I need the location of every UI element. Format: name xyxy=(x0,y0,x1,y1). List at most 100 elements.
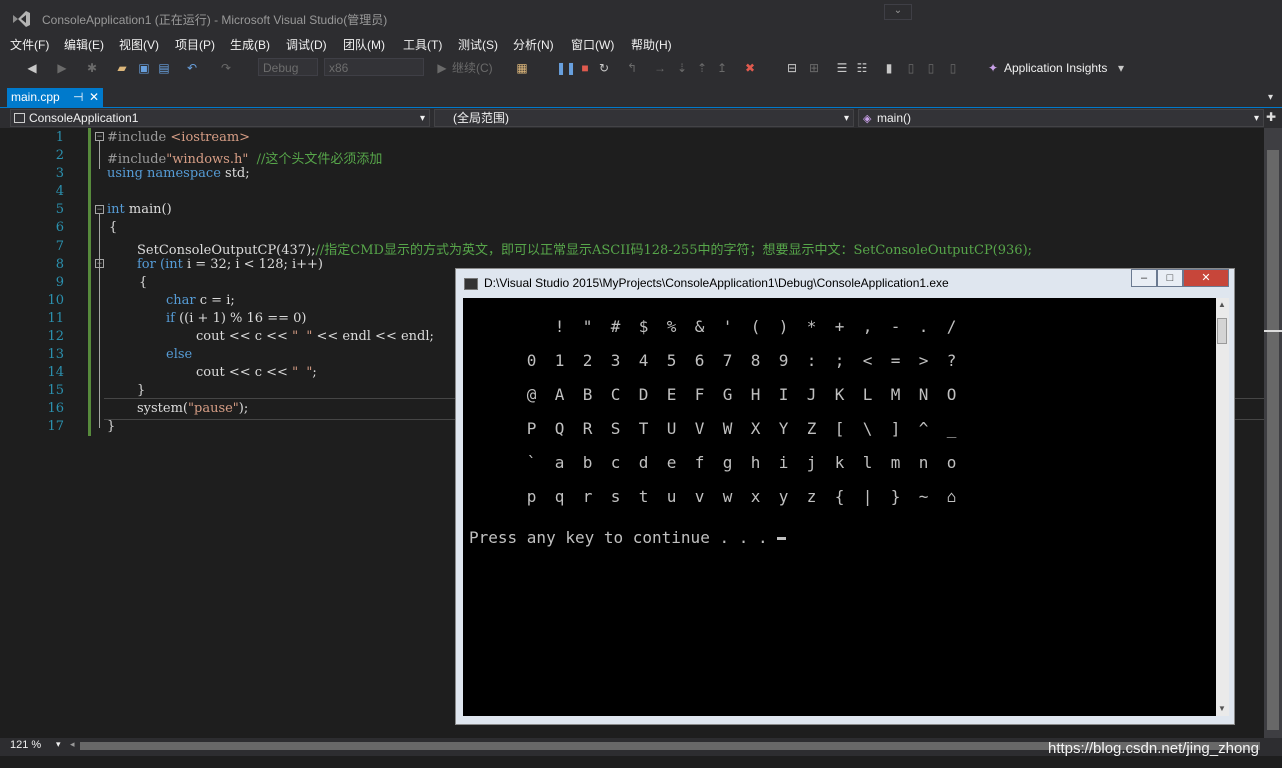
console-output[interactable]: ! " # $% & '() * +, -./ 0 1 2 3 4 5 6 7 8 9:; < = >? @ A B C D E F… xyxy=(463,298,1216,716)
fold-collapse-icon[interactable]: − xyxy=(95,132,104,141)
code-line: } xyxy=(107,419,115,434)
code-token: ((i + 1) % 16 == 0) xyxy=(179,311,307,326)
fold-collapse-icon[interactable]: − xyxy=(95,205,104,214)
minimize-button[interactable]: ‒ xyxy=(1131,269,1157,287)
menu-build[interactable]: 生成(B) xyxy=(230,36,270,53)
title-bar: ConsoleApplication1 (正在运行) - Microsoft V… xyxy=(0,0,1282,34)
menu-window[interactable]: 窗口(W) xyxy=(571,36,614,53)
bookmark-icon[interactable]: ▮ xyxy=(882,60,896,76)
scope-select[interactable]: (全局范围) ▾ xyxy=(434,109,854,127)
new-project-icon[interactable]: ✱ xyxy=(84,60,100,76)
code-line: if ((i + 1) % 16 == 0) xyxy=(166,311,306,326)
menu-edit[interactable]: 编辑(E) xyxy=(64,36,104,53)
line-number: 6 xyxy=(55,220,64,235)
menu-file[interactable]: 文件(F) xyxy=(10,36,49,53)
code-token: "pause" xyxy=(188,401,239,416)
code-token: system( xyxy=(137,401,189,416)
member-select[interactable]: ◈ main() ▾ xyxy=(858,109,1264,127)
console-char: t xyxy=(638,487,649,506)
console-prompt-text: Press any key to continue . . . xyxy=(469,528,778,547)
process-icon[interactable]: ▦ xyxy=(514,60,530,76)
function-icon: ◈ xyxy=(863,113,872,125)
uncomment-icon[interactable]: ⊞ xyxy=(806,60,822,76)
save-icon[interactable]: ▣ xyxy=(136,60,152,76)
split-window-icon[interactable]: ✚ xyxy=(1266,110,1276,124)
editor-vertical-scrollbar[interactable] xyxy=(1264,128,1282,738)
continue-icon[interactable]: ▶ xyxy=(436,60,448,76)
show-next-icon[interactable]: ↥ xyxy=(714,60,730,76)
code-token: } xyxy=(137,383,146,398)
chevron-down-icon[interactable]: ▾ xyxy=(1116,60,1126,76)
open-file-icon[interactable]: ▰ xyxy=(114,60,130,76)
menu-debug[interactable]: 调试(D) xyxy=(286,36,327,53)
menu-analyze[interactable]: 分析(N) xyxy=(513,36,554,53)
menu-tools[interactable]: 工具(T) xyxy=(403,36,442,53)
line-number: 11 xyxy=(47,311,64,326)
outdent-icon[interactable]: ☷ xyxy=(854,60,870,76)
line-number: 10 xyxy=(47,293,64,308)
console-window[interactable]: D:\Visual Studio 2015\MyProjects\Console… xyxy=(455,268,1235,725)
clear-bookmark-icon[interactable]: ▯ xyxy=(946,60,960,76)
console-char: r xyxy=(582,487,593,506)
close-button[interactable]: ✕ xyxy=(1183,269,1229,287)
console-vertical-scrollbar[interactable]: ▲ ▼ xyxy=(1216,298,1229,716)
code-token: <iostream> xyxy=(170,130,251,145)
scrollbar-thumb[interactable] xyxy=(1217,318,1227,344)
console-char: q xyxy=(554,487,565,506)
step-icon[interactable]: ↰ xyxy=(624,60,640,76)
step-out-icon[interactable]: ⇡ xyxy=(694,60,710,76)
restart-icon[interactable]: ↻ xyxy=(596,60,612,76)
scrollbar-thumb[interactable] xyxy=(1267,150,1279,730)
tab-main-cpp[interactable]: main.cpp ⊣ ✕ xyxy=(7,88,103,107)
application-insights-button[interactable]: Application Insights xyxy=(1004,60,1116,76)
pause-icon[interactable]: ❚❚ xyxy=(556,60,576,76)
menu-team[interactable]: 团队(M) xyxy=(343,36,385,53)
back-icon[interactable]: ◀ xyxy=(22,60,42,76)
comment-icon[interactable]: ⊟ xyxy=(784,60,800,76)
scroll-up-icon[interactable]: ▲ xyxy=(1218,300,1226,309)
prev-bookmark-icon[interactable]: ▯ xyxy=(904,60,918,76)
console-row: p q r s t u v w x y z {|} ~ ⌂ xyxy=(469,468,975,506)
menu-help[interactable]: 帮助(H) xyxy=(631,36,672,53)
indent-icon[interactable]: ☰ xyxy=(834,60,850,76)
scroll-left-icon[interactable]: ◂ xyxy=(70,739,75,750)
zoom-level[interactable]: 121 % xyxy=(10,739,41,751)
maximize-button[interactable]: □ xyxy=(1157,269,1183,287)
line-number: 1 xyxy=(55,130,64,145)
platform-select[interactable]: x86 xyxy=(324,58,424,76)
code-token: ; xyxy=(312,365,317,380)
menu-project[interactable]: 项目(P) xyxy=(175,36,215,53)
chevron-down-icon[interactable]: ▾ xyxy=(56,739,61,750)
tab-overflow-icon[interactable]: ▾ xyxy=(1268,92,1273,103)
redo-icon[interactable]: ↷ xyxy=(218,60,234,76)
scroll-down-icon[interactable]: ▼ xyxy=(1218,704,1226,713)
code-token: if xyxy=(166,311,180,326)
next-bookmark-icon[interactable]: ▯ xyxy=(924,60,938,76)
menu-view[interactable]: 视图(V) xyxy=(119,36,159,53)
continue-label[interactable]: 继续(C) xyxy=(452,60,504,76)
close-icon[interactable]: ✕ xyxy=(89,88,99,107)
breakpoint-icon[interactable]: ✖ xyxy=(742,60,758,76)
chevron-down-icon[interactable]: ⌄ xyxy=(884,4,912,20)
step-into-icon[interactable]: ⇣ xyxy=(674,60,690,76)
forward-icon[interactable]: ▶ xyxy=(54,60,70,76)
window-title: ConsoleApplication1 (正在运行) - Microsoft V… xyxy=(42,13,388,27)
undo-icon[interactable]: ↶ xyxy=(184,60,200,76)
code-token: { xyxy=(109,220,118,235)
code-comment: //这个头文件必须添加 xyxy=(248,152,383,167)
code-line: for (int i = 32; i < 128; i++) xyxy=(137,257,323,272)
console-char: y xyxy=(778,487,789,506)
project-select[interactable]: ConsoleApplication1 ▾ xyxy=(10,109,430,127)
code-line: } xyxy=(137,383,145,398)
save-all-icon[interactable]: ▤ xyxy=(156,60,172,76)
menu-test[interactable]: 测试(S) xyxy=(458,36,498,53)
stop-icon[interactable]: ■ xyxy=(578,60,592,76)
pin-icon[interactable]: ⊣ xyxy=(73,88,83,107)
step-over-icon[interactable]: → xyxy=(652,60,668,76)
fold-guide xyxy=(99,141,100,169)
lightbulb-icon[interactable]: ✦ xyxy=(986,60,1000,76)
fold-guide xyxy=(99,214,100,428)
console-app-icon xyxy=(464,278,478,290)
configuration-select[interactable]: Debug xyxy=(258,58,318,76)
code-token: char xyxy=(166,293,200,308)
